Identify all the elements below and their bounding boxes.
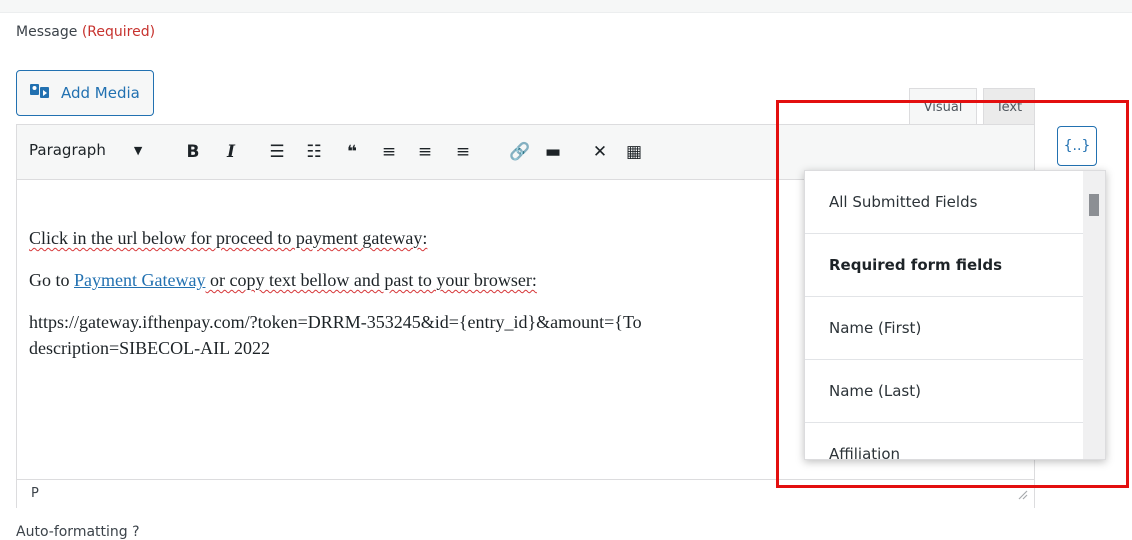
auto-formatting-text: Auto-formatting: [16, 524, 128, 540]
content-text: Go to: [29, 270, 74, 290]
format-select-value: Paragraph: [29, 141, 106, 159]
fullscreen-icon[interactable]: ✕: [586, 138, 614, 166]
toolbar-toggle-icon[interactable]: ▦: [620, 138, 648, 166]
top-divider: [0, 0, 1132, 13]
required-indicator: (Required): [81, 24, 156, 40]
content-text: Click in the url below for proceed to pa…: [29, 228, 428, 248]
element-path[interactable]: P: [31, 486, 39, 501]
description-text: description=SIBECOL-AIL 2022: [29, 338, 270, 358]
content-text: or copy text bellow and past to your bro…: [205, 270, 537, 290]
add-media-button[interactable]: Add Media: [16, 70, 154, 116]
help-icon[interactable]: ?: [132, 524, 139, 540]
payment-gateway-link[interactable]: Payment Gateway: [74, 270, 205, 290]
field-label: Message (Required): [16, 24, 155, 40]
highlight-annotation-box: [776, 100, 1129, 488]
auto-formatting-label: Auto-formatting ?: [16, 524, 140, 540]
field-label-text: Message: [16, 24, 78, 40]
resize-handle-icon[interactable]: [1016, 488, 1028, 500]
media-icon: [29, 82, 51, 104]
bullet-list-icon[interactable]: ☰: [263, 138, 291, 166]
chevron-down-icon: ▼: [133, 143, 143, 157]
align-left-icon[interactable]: ≡: [375, 138, 403, 166]
blockquote-icon[interactable]: ❝: [338, 138, 366, 166]
format-select[interactable]: Paragraph ▼: [29, 141, 142, 159]
url-text: https://gateway.ifthenpay.com/?token=DRR…: [29, 312, 642, 332]
read-more-icon[interactable]: ▬: [539, 138, 567, 166]
align-center-icon[interactable]: ≡: [411, 138, 439, 166]
bold-icon[interactable]: B: [179, 138, 207, 166]
numbered-list-icon[interactable]: ☷: [300, 138, 328, 166]
add-media-label: Add Media: [61, 84, 140, 102]
align-right-icon[interactable]: ≡: [449, 138, 477, 166]
link-icon[interactable]: 🔗: [506, 138, 534, 166]
italic-icon[interactable]: I: [217, 138, 245, 166]
